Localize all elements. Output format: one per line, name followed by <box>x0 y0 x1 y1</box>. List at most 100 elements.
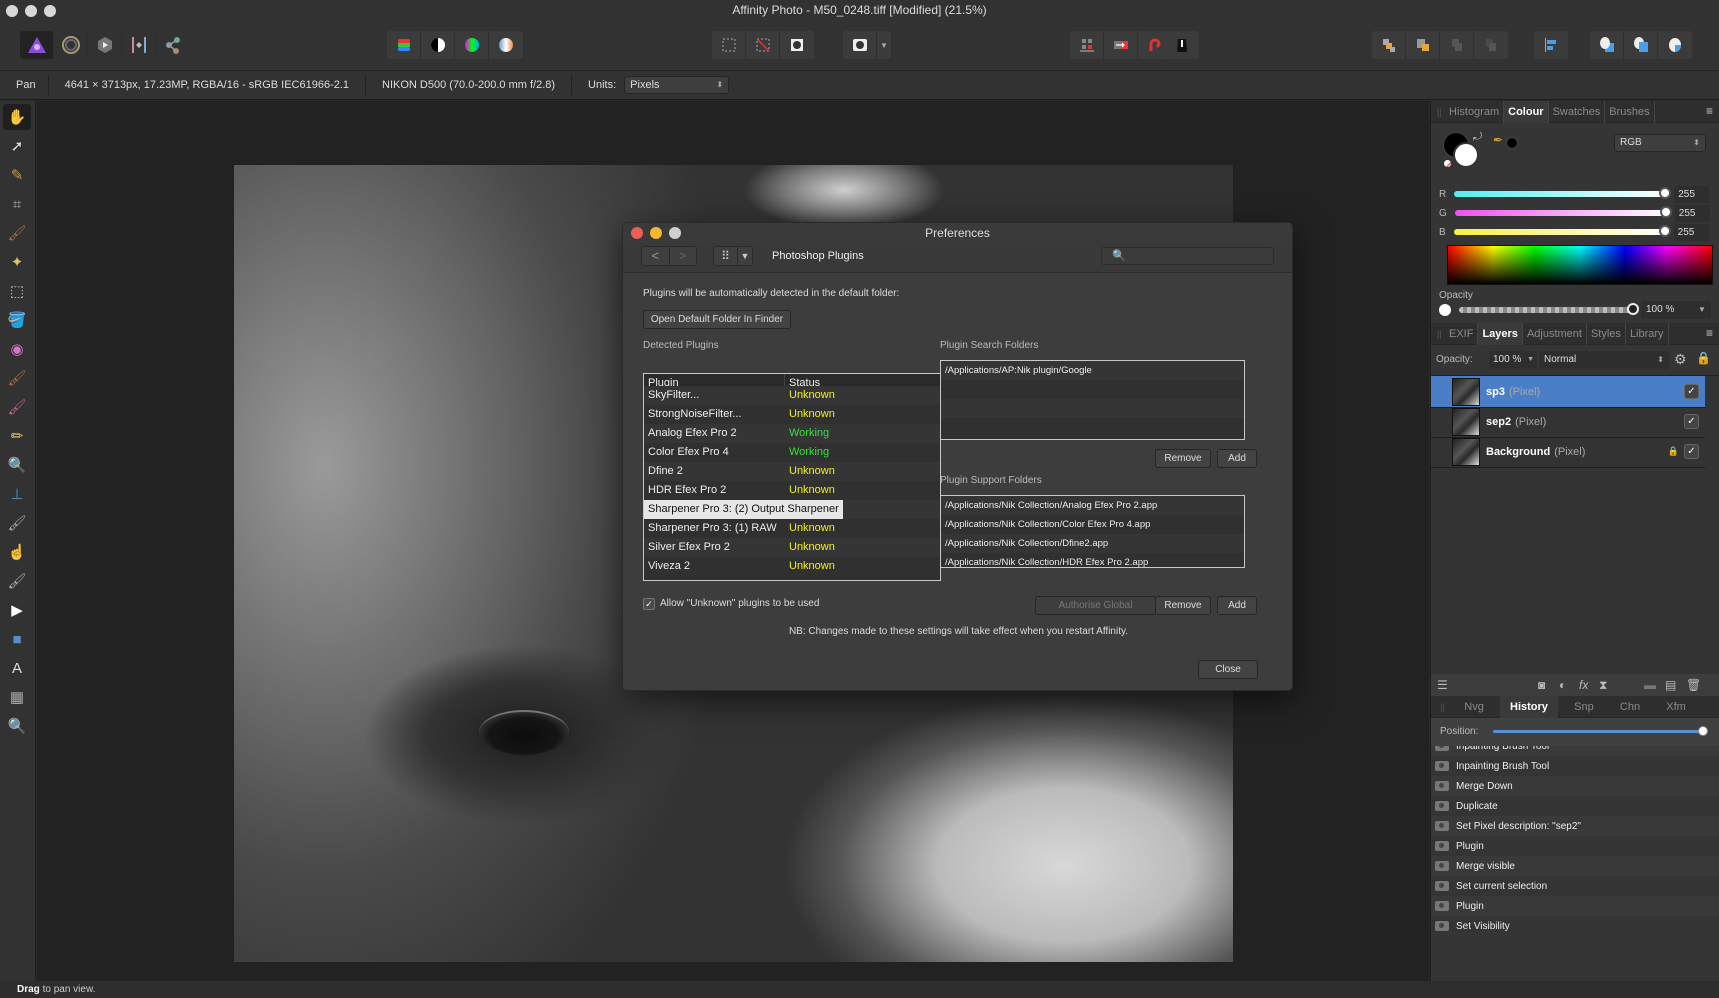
tab-library[interactable]: Library <box>1626 322 1669 345</box>
selection-brush-tool[interactable]: 🖌 <box>3 220 31 246</box>
tab-brushes[interactable]: Brushes <box>1605 100 1655 123</box>
add-icon[interactable] <box>1590 31 1624 59</box>
move-tool[interactable]: ➚ <box>3 133 31 159</box>
lock-icon[interactable]: 🔒 <box>1696 351 1711 365</box>
colour-replacement-tool[interactable]: 🖌 <box>3 394 31 420</box>
auto-contrast-icon[interactable] <box>421 31 455 59</box>
plugin-row[interactable]: Sharpener Pro 3: (2) Output Sharpener <box>644 500 940 519</box>
plugin-row[interactable]: Dfine 2 Unknown <box>644 462 940 481</box>
dodge-tool[interactable]: 🔍 <box>3 452 31 478</box>
forward-button[interactable]: > <box>670 247 697 265</box>
tab-transform[interactable]: Xfm <box>1656 696 1696 718</box>
slider-knob[interactable] <box>1658 225 1671 237</box>
channel-value-field[interactable]: 255 <box>1674 204 1710 222</box>
colour-picker-tool[interactable]: ✎ <box>3 162 31 188</box>
search-folders-remove-button[interactable]: Remove <box>1155 449 1211 468</box>
live-filter-icon[interactable]: ⧗ <box>1599 678 1607 693</box>
back-button[interactable]: < <box>642 247 670 265</box>
folder-row[interactable]: /Applications/Nik Collection/Analog Efex… <box>941 496 1244 515</box>
move-back-icon[interactable] <box>1372 31 1406 59</box>
history-item[interactable]: Set current selection <box>1431 876 1719 896</box>
folder-row[interactable] <box>941 418 1244 437</box>
history-position-slider[interactable] <box>1493 726 1708 736</box>
healing-brush-tool[interactable]: 🖌 <box>3 510 31 536</box>
layer-row[interactable]: sep2 (Pixel) ✓ <box>1431 406 1705 438</box>
mesh-warp-tool[interactable]: ▦ <box>3 684 31 710</box>
search-folders-list[interactable]: /Applications/AP:Nik plugin/Google <box>940 360 1245 440</box>
support-folders-list[interactable]: /Applications/Nik Collection/Analog Efex… <box>940 495 1245 568</box>
history-position-knob[interactable] <box>1698 726 1708 736</box>
opacity-dropdown-icon[interactable]: ▼ <box>1693 301 1711 319</box>
plugin-row[interactable]: Analog Efex Pro 2 Working <box>644 424 940 443</box>
channel-value-field[interactable]: 255 <box>1674 185 1710 203</box>
export-persona-icon[interactable] <box>156 31 190 59</box>
auto-colour-icon[interactable] <box>455 31 489 59</box>
erase-brush-tool[interactable]: ✏ <box>3 423 31 449</box>
tab-styles[interactable]: Styles <box>1587 322 1626 345</box>
marquee-tool[interactable]: ⬚ <box>3 278 31 304</box>
tab-history[interactable]: History <box>1500 695 1558 718</box>
search-input[interactable]: 🔍 <box>1101 247 1274 265</box>
units-select[interactable]: Pixels <box>624 76 730 94</box>
dialog-minimize-icon[interactable] <box>650 227 662 239</box>
subtract-icon[interactable] <box>1624 31 1658 59</box>
photo-persona-icon[interactable] <box>20 31 54 59</box>
history-item[interactable]: Plugin <box>1431 836 1719 856</box>
history-item[interactable]: Merge visible <box>1431 856 1719 876</box>
intersect-icon[interactable] <box>1658 31 1692 59</box>
layer-opacity-value[interactable]: 100 % ▼ <box>1489 351 1537 369</box>
zoom-window-button[interactable] <box>44 5 56 17</box>
move-to-back-icon[interactable] <box>1440 31 1474 59</box>
history-item[interactable]: Inpainting Brush Tool <box>1431 746 1719 756</box>
smudge-tool[interactable]: ☝ <box>3 539 31 565</box>
fx-icon[interactable]: fx <box>1579 678 1588 692</box>
history-item[interactable]: Inpainting Brush Tool <box>1431 756 1719 776</box>
support-folders-add-button[interactable]: Add <box>1217 596 1257 615</box>
levels-icon[interactable] <box>387 31 421 59</box>
channel-r-slider[interactable] <box>1454 187 1672 199</box>
tab-snapshots[interactable]: Snp <box>1564 696 1604 718</box>
plugin-row[interactable]: Color Efex Pro 4 Working <box>644 443 940 462</box>
clone-tool[interactable]: ⊥ <box>3 481 31 507</box>
flood-fill-tool[interactable]: 🪣 <box>3 307 31 333</box>
minimize-window-button[interactable] <box>25 5 37 17</box>
history-item[interactable]: Merge Down <box>1431 776 1719 796</box>
folder-row[interactable]: /Applications/AP:Nik plugin/Google <box>941 361 1244 380</box>
folder-row[interactable] <box>941 380 1244 399</box>
tab-adjustment[interactable]: Adjustment <box>1523 322 1587 345</box>
force-pixel-align-icon[interactable] <box>1104 31 1138 59</box>
allow-unknown-label[interactable]: Allow "Unknown" plugins to be used <box>660 598 819 609</box>
tab-navigator[interactable]: Nvg <box>1454 696 1494 718</box>
history-item[interactable]: Set Visibility <box>1431 916 1719 932</box>
support-folders-remove-button[interactable]: Remove <box>1155 596 1211 615</box>
plugin-row[interactable]: Viveza 2 Unknown <box>644 557 940 576</box>
panel-grip-icon[interactable]: || <box>1434 702 1448 712</box>
quick-mask-dropdown[interactable]: ▼ <box>877 31 891 59</box>
detected-plugins-table[interactable]: Plugin Status SkyFilter... Unknown StrongN… <box>643 373 941 581</box>
no-colour-icon[interactable] <box>1443 159 1452 168</box>
flood-select-tool[interactable]: ✦ <box>3 249 31 275</box>
new-pixel-layer-icon[interactable]: ▤ <box>1665 678 1676 692</box>
panel-grip-icon[interactable]: || <box>1431 329 1445 339</box>
channel-b-slider[interactable] <box>1453 225 1671 237</box>
swap-colours-icon[interactable]: ⤾ <box>1473 131 1482 144</box>
layer-visibility-checkbox[interactable]: ✓ <box>1684 384 1699 399</box>
gear-icon[interactable]: ⚙ <box>1674 351 1687 368</box>
authorise-global-button[interactable]: Authorise Global <box>1035 596 1156 615</box>
allow-unknown-checkbox[interactable]: ✓ <box>643 598 655 610</box>
plugin-row[interactable]: StrongNoiseFilter... Unknown <box>644 405 940 424</box>
text-tool[interactable]: A <box>3 655 31 681</box>
layer-row[interactable]: Background (Pixel) 🔒 ✓ <box>1431 436 1705 468</box>
channel-value-field[interactable]: 255 <box>1673 223 1709 241</box>
mask-layer-icon[interactable]: ◙ <box>1538 678 1545 692</box>
dialog-zoom-icon[interactable] <box>669 227 681 239</box>
close-button[interactable]: Close <box>1198 660 1258 679</box>
slider-knob[interactable] <box>1659 206 1672 218</box>
deselect-icon[interactable] <box>746 31 780 59</box>
history-item[interactable]: Duplicate <box>1431 796 1719 816</box>
colour-mode-select[interactable]: RGB ⬍ <box>1614 134 1706 152</box>
tab-swatches[interactable]: Swatches <box>1549 100 1606 123</box>
plugin-row[interactable]: HDR Efex Pro 2 Unknown <box>644 481 940 500</box>
folder-row[interactable]: /Applications/Nik Collection/Color Efex … <box>941 515 1244 534</box>
opacity-value[interactable]: 100 % <box>1641 301 1693 319</box>
